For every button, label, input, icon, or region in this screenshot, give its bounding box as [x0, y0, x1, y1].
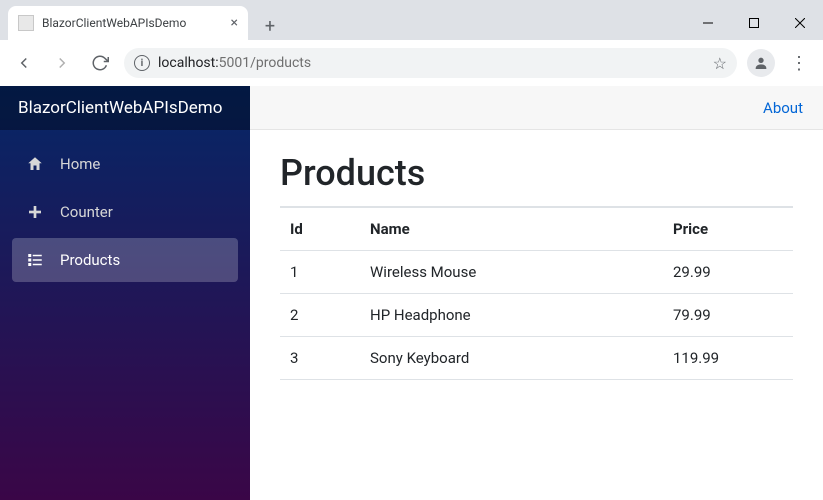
table-header-name: Name [360, 207, 663, 251]
browser-menu-button[interactable]: ⋮ [785, 49, 813, 77]
topbar: About [250, 86, 823, 130]
site-info-icon[interactable]: i [134, 55, 150, 71]
close-window-button[interactable] [777, 6, 823, 40]
products-table: Id Name Price 1 Wireless Mouse 29.99 2 H… [280, 206, 793, 380]
table-header-id: Id [280, 207, 360, 251]
new-tab-button[interactable]: + [256, 12, 284, 40]
tab-bar: BlazorClientWebAPIsDemo × + [0, 0, 823, 40]
cell-price: 29.99 [663, 251, 793, 294]
cell-id: 2 [280, 294, 360, 337]
about-link[interactable]: About [763, 99, 803, 117]
sidebar-item-label: Home [60, 155, 100, 173]
browser-tab[interactable]: BlazorClientWebAPIsDemo × [8, 6, 248, 40]
browser-chrome: BlazorClientWebAPIsDemo × + i [0, 0, 823, 86]
forward-button[interactable] [48, 49, 76, 77]
sidebar-nav: Home Counter Products [0, 130, 250, 294]
cell-name: HP Headphone [360, 294, 663, 337]
cell-price: 119.99 [663, 337, 793, 380]
minimize-button[interactable] [685, 6, 731, 40]
table-header-row: Id Name Price [280, 207, 793, 251]
sidebar-item-label: Products [60, 251, 120, 269]
cell-price: 79.99 [663, 294, 793, 337]
back-button[interactable] [10, 49, 38, 77]
url-text: localhost:5001/products [158, 55, 311, 71]
page-title: Products [280, 152, 793, 194]
table-row: 2 HP Headphone 79.99 [280, 294, 793, 337]
bookmark-star-icon[interactable]: ☆ [713, 54, 727, 73]
cell-id: 3 [280, 337, 360, 380]
address-bar[interactable]: i localhost:5001/products ☆ [124, 48, 737, 78]
tab-favicon-icon [18, 15, 34, 31]
sidebar-item-counter[interactable]: Counter [12, 190, 238, 234]
sidebar: BlazorClientWebAPIsDemo Home Counter Pro… [0, 86, 250, 500]
close-icon[interactable]: × [231, 15, 238, 31]
cell-name: Sony Keyboard [360, 337, 663, 380]
home-icon [26, 155, 44, 173]
plus-icon [26, 203, 44, 221]
sidebar-item-home[interactable]: Home [12, 142, 238, 186]
table-row: 1 Wireless Mouse 29.99 [280, 251, 793, 294]
cell-name: Wireless Mouse [360, 251, 663, 294]
app: BlazorClientWebAPIsDemo Home Counter Pro… [0, 86, 823, 500]
tab-title: BlazorClientWebAPIsDemo [42, 16, 223, 30]
sidebar-item-products[interactable]: Products [12, 238, 238, 282]
sidebar-item-label: Counter [60, 203, 113, 221]
profile-button[interactable] [747, 49, 775, 77]
maximize-button[interactable] [731, 6, 777, 40]
list-icon [26, 251, 44, 269]
table-header-price: Price [663, 207, 793, 251]
address-bar-row: i localhost:5001/products ☆ ⋮ [0, 40, 823, 86]
window-controls [685, 6, 823, 40]
main-content: About Products Id Name Price 1 Wireless … [250, 86, 823, 500]
content-area: Products Id Name Price 1 Wireless Mouse … [250, 130, 823, 500]
cell-id: 1 [280, 251, 360, 294]
brand-title[interactable]: BlazorClientWebAPIsDemo [0, 86, 250, 130]
table-row: 3 Sony Keyboard 119.99 [280, 337, 793, 380]
reload-button[interactable] [86, 49, 114, 77]
